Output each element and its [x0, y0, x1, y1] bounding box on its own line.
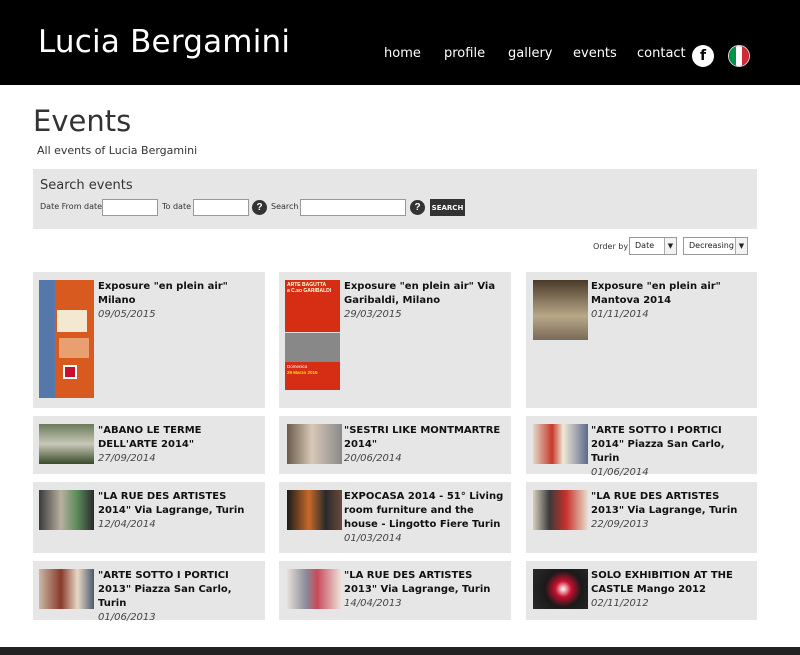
event-thumbnail[interactable]: [533, 424, 588, 464]
event-card[interactable]: "ARTE SOTTO I PORTICI 2014" Piazza San C…: [526, 416, 757, 478]
to-date-input[interactable]: [193, 199, 249, 216]
event-title[interactable]: "SESTRI LIKE MONTMARTRE 2014" 20/06/2014: [344, 424, 505, 466]
event-title[interactable]: "ABANO LE TERME DELL'ARTE 2014" 27/09/20…: [98, 424, 259, 466]
event-date: 01/03/2014: [344, 533, 402, 544]
to-date-label: To date: [162, 202, 192, 211]
event-date: 09/05/2015: [98, 309, 156, 320]
event-card[interactable]: Exposure "en plein air" Mantova 2014 01/…: [526, 272, 757, 408]
event-date: 27/09/2014: [98, 453, 156, 464]
event-card[interactable]: "LA RUE DES ARTISTES 2014" Via Lagrange,…: [33, 482, 265, 553]
event-card[interactable]: ARTE BAGUTTA a C.so GARIBALDI Domenica 29 …: [279, 272, 511, 408]
event-date: 12/04/2014: [98, 519, 156, 530]
chevron-down-icon: ▼: [735, 238, 747, 254]
event-date: 20/06/2014: [344, 453, 402, 464]
poster-text: ARTE BAGUTTA a C.so GARIBALDI: [287, 282, 332, 294]
event-card[interactable]: "ARTE SOTTO I PORTICI 2013" Piazza San C…: [33, 561, 265, 623]
site-footer: [0, 647, 800, 655]
event-date: 01/06/2014: [591, 467, 649, 478]
event-card[interactable]: Exposure "en plein air" Milano 09/05/201…: [33, 272, 265, 408]
event-thumbnail[interactable]: [533, 569, 588, 609]
italy-flag-icon[interactable]: [728, 45, 750, 67]
event-date: 01/11/2014: [591, 309, 649, 320]
event-title[interactable]: "ARTE SOTTO I PORTICI 2013" Piazza San C…: [98, 569, 259, 625]
event-card[interactable]: "LA RUE DES ARTISTES 2013" Via Lagrange,…: [279, 561, 511, 620]
date-help-icon[interactable]: ?: [252, 200, 267, 215]
flag-white-stripe: [735, 46, 743, 66]
search-help-icon[interactable]: ?: [410, 200, 425, 215]
search-panel: Search events Date From date To date ? S…: [33, 169, 757, 229]
event-title[interactable]: Exposure "en plein air" Milano 09/05/201…: [98, 280, 259, 322]
event-card[interactable]: "SESTRI LIKE MONTMARTRE 2014" 20/06/2014: [279, 416, 511, 474]
flag-green-stripe: [729, 46, 736, 66]
event-title[interactable]: "ARTE SOTTO I PORTICI 2014" Piazza San C…: [591, 424, 751, 480]
nav-profile[interactable]: profile: [444, 46, 485, 61]
poster-date-text: Domenica 29 Marzo 2015: [287, 364, 318, 375]
event-thumbnail[interactable]: [533, 490, 588, 530]
event-thumbnail[interactable]: [39, 280, 94, 398]
event-thumbnail[interactable]: [287, 569, 342, 609]
event-card[interactable]: "ABANO LE TERME DELL'ARTE 2014" 27/09/20…: [33, 416, 265, 474]
event-thumbnail[interactable]: [39, 490, 94, 530]
event-date: 22/09/2013: [591, 519, 649, 530]
event-date: 02/11/2012: [591, 598, 649, 609]
main-nav: home profile gallery events contact: [0, 46, 800, 66]
event-title[interactable]: Exposure "en plein air" Via Garibaldi, M…: [344, 280, 505, 322]
chevron-down-icon: ▼: [664, 238, 676, 254]
facebook-icon[interactable]: f: [692, 45, 714, 67]
event-thumbnail[interactable]: ARTE BAGUTTA a C.so GARIBALDI Domenica 29 …: [285, 280, 340, 390]
event-thumbnail[interactable]: [39, 569, 94, 609]
event-title[interactable]: SOLO EXHIBITION AT THE CASTLE Mango 2012…: [591, 569, 751, 611]
order-direction-select[interactable]: Decreasing ▼: [683, 237, 748, 255]
event-title[interactable]: Exposure "en plein air" Mantova 2014 01/…: [591, 280, 751, 322]
event-thumbnail[interactable]: [39, 424, 94, 464]
order-by-label: Order by: [593, 242, 629, 251]
page-title: Events: [33, 104, 132, 138]
nav-gallery[interactable]: gallery: [508, 46, 552, 61]
event-thumbnail[interactable]: [287, 490, 342, 530]
event-date: 14/04/2013: [344, 598, 402, 609]
event-title[interactable]: "LA RUE DES ARTISTES 2013" Via Lagrange,…: [591, 490, 751, 532]
event-date: 01/06/2013: [98, 612, 156, 623]
order-field-value: Date: [635, 241, 655, 250]
order-field-select[interactable]: Date ▼: [629, 237, 677, 255]
search-button[interactable]: SEARCH: [430, 199, 465, 216]
event-title[interactable]: "LA RUE DES ARTISTES 2014" Via Lagrange,…: [98, 490, 259, 532]
site-header: Lucia Bergamini home profile gallery eve…: [0, 0, 800, 85]
search-label: Search: [271, 202, 299, 211]
order-direction-value: Decreasing: [689, 241, 734, 250]
search-input[interactable]: [300, 199, 406, 216]
search-panel-title: Search events: [40, 178, 133, 193]
event-title[interactable]: "LA RUE DES ARTISTES 2013" Via Lagrange,…: [344, 569, 505, 611]
date-from-label: Date From date: [40, 202, 103, 211]
page-subtitle: All events of Lucia Bergamini: [37, 144, 198, 157]
nav-home[interactable]: home: [384, 46, 421, 61]
nav-contact[interactable]: contact: [637, 46, 686, 61]
event-date: 29/03/2015: [344, 309, 402, 320]
event-thumbnail[interactable]: [533, 280, 588, 340]
nav-events[interactable]: events: [573, 46, 617, 61]
event-thumbnail[interactable]: [287, 424, 342, 464]
event-card[interactable]: SOLO EXHIBITION AT THE CASTLE Mango 2012…: [526, 561, 757, 620]
event-title[interactable]: EXPOCASA 2014 - 51° Living room furnitur…: [344, 490, 505, 546]
date-from-input[interactable]: [102, 199, 158, 216]
event-card[interactable]: EXPOCASA 2014 - 51° Living room furnitur…: [279, 482, 511, 553]
event-card[interactable]: "LA RUE DES ARTISTES 2013" Via Lagrange,…: [526, 482, 757, 553]
